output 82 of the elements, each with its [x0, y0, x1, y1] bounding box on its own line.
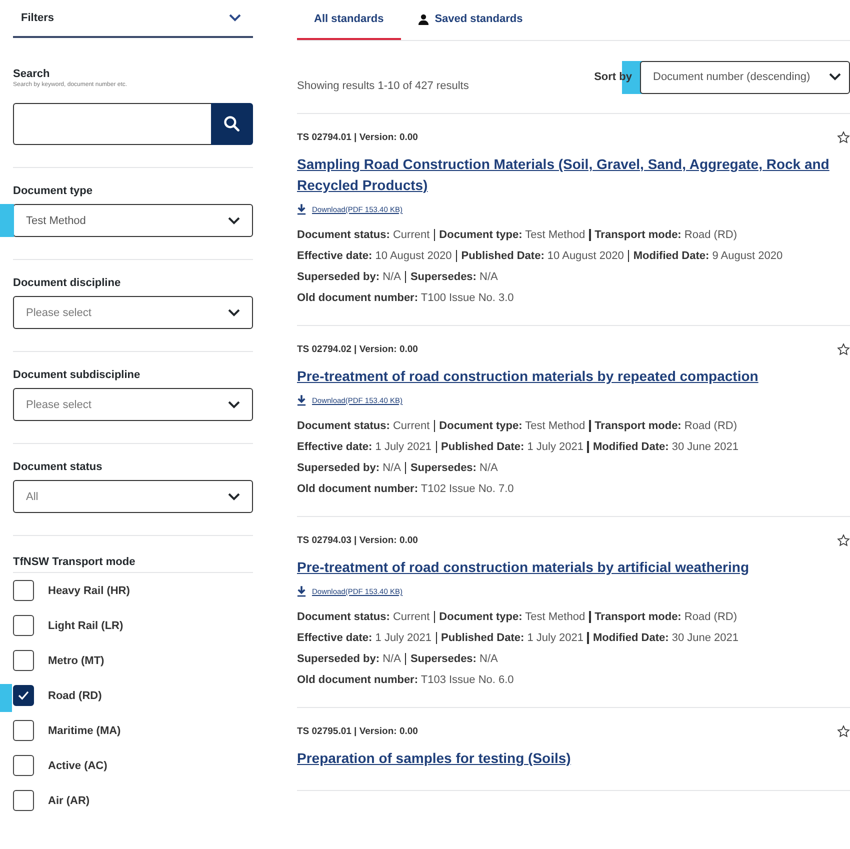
detail-text: Transport mode: Road (RD)	[594, 420, 737, 432]
document-title-link[interactable]: Preparation of samples for testing (Soils)	[297, 748, 850, 769]
detail-text: Published Date: 10 August 2020	[461, 250, 624, 262]
filter-label: Document discipline	[13, 277, 122, 289]
filter-label: Document subdiscipline	[13, 369, 142, 381]
chevron-down-icon	[228, 308, 240, 316]
document-meta: TS 02795.01 | Version: 0.00	[297, 726, 418, 737]
search-button[interactable]	[211, 103, 253, 145]
checkbox-label[interactable]: Light Rail (LR)	[48, 620, 124, 632]
checkbox-label[interactable]: Metro (MT)	[48, 654, 104, 666]
download-icon	[297, 204, 306, 215]
detail-text: Old document number: T102 Issue No. 7.0	[297, 483, 514, 495]
document-meta: TS 02794.03 | Version: 0.00	[297, 535, 418, 546]
detail-text: Document status: Current	[297, 420, 430, 432]
filter-dropdown[interactable]: All	[13, 480, 253, 513]
detail-text: Effective date: 1 July 2021	[297, 632, 432, 644]
checkbox[interactable]	[13, 615, 34, 636]
filter-label: Document status	[13, 461, 104, 473]
search-field[interactable]	[13, 103, 211, 145]
detail-text: Modified Date: 9 August 2020	[633, 250, 783, 262]
chevron-down-icon	[228, 492, 240, 500]
detail-text: Document type: Test Method	[439, 229, 586, 241]
filter-dropdown[interactable]: Please select	[13, 296, 253, 329]
detail-text: Old document number: T100 Issue No. 3.0	[297, 292, 514, 304]
download-icon	[297, 586, 306, 597]
checkmark-icon	[18, 691, 29, 700]
chevron-down-icon	[228, 216, 240, 224]
tab[interactable]: All standards	[297, 0, 401, 40]
checkbox[interactable]	[13, 720, 34, 741]
chevron-down-icon	[829, 73, 841, 81]
checkbox[interactable]	[13, 685, 34, 706]
checkbox[interactable]	[13, 755, 34, 776]
checkbox-label[interactable]: Road (RD)	[48, 690, 102, 702]
checkbox[interactable]	[13, 790, 34, 811]
detail-text: Transport mode: Road (RD)	[594, 611, 737, 623]
detail-text: Modified Date: 30 June 2021	[592, 441, 738, 453]
person-icon	[418, 14, 429, 24]
detail-text: Published Date: 1 July 2021	[441, 441, 584, 453]
detail-text: Superseded by: N/A	[297, 653, 401, 665]
detail-text: Superseded by: N/A	[297, 271, 401, 283]
detail-text: Published Date: 1 July 2021	[441, 632, 584, 644]
chevron-down-icon	[228, 400, 240, 408]
filter-dropdown[interactable]: Please select	[13, 388, 253, 421]
star-icon[interactable]	[837, 343, 850, 356]
checkbox[interactable]	[13, 650, 34, 671]
filters-toggle[interactable]: Filters	[13, 0, 253, 38]
document-title-link[interactable]: Pre-treatment of road construction materials by repeated compaction	[297, 366, 850, 387]
document-title-link[interactable]: Sampling Road Construction Materials (Soil, Gravel, Sand, Aggregate, Rock and Recycled Products)	[297, 154, 850, 196]
detail-text: Modified Date: 30 June 2021	[592, 632, 738, 644]
checkbox[interactable]	[13, 580, 34, 601]
checkbox-label[interactable]: Heavy Rail (HR)	[48, 584, 130, 596]
checkbox-label[interactable]: Maritime (MA)	[48, 724, 121, 736]
search-icon	[223, 115, 241, 133]
detail-text: Supersedes: N/A	[410, 271, 498, 283]
filter-label: Document type	[13, 185, 94, 197]
checkbox-label[interactable]: Active (AC)	[48, 760, 108, 772]
detail-text: Effective date: 1 July 2021	[297, 441, 432, 453]
document-meta: TS 02794.01 | Version: 0.00	[297, 132, 418, 143]
tab[interactable]: Saved standards	[400, 0, 540, 40]
detail-text: Old document number: T103 Issue No. 6.0	[297, 674, 514, 686]
document-title-link[interactable]: Pre-treatment of road construction materials by artificial weathering	[297, 557, 850, 578]
detail-text: Document type: Test Method	[439, 611, 586, 623]
download-icon	[297, 395, 306, 406]
star-icon[interactable]	[837, 725, 850, 738]
sort-dropdown[interactable]: Document number (descending)	[640, 60, 850, 94]
checkbox-label[interactable]: Air (AR)	[48, 794, 90, 806]
detail-text: Supersedes: N/A	[410, 462, 498, 474]
detail-text: Document type: Test Method	[439, 420, 586, 432]
filter-dropdown[interactable]: Test Method	[13, 204, 253, 237]
search-label: Search	[13, 68, 51, 80]
document-meta: TS 02794.02 | Version: 0.00	[297, 344, 418, 355]
chevron-down-icon	[229, 14, 241, 22]
star-icon[interactable]	[837, 131, 850, 144]
filter-label: TfNSW Transport mode	[13, 556, 253, 573]
detail-text: Effective date: 10 August 2020	[297, 250, 452, 262]
detail-text: Supersedes: N/A	[410, 653, 498, 665]
star-icon[interactable]	[837, 534, 850, 547]
detail-text: Transport mode: Road (RD)	[594, 229, 737, 241]
detail-text: Document status: Current	[297, 229, 430, 241]
detail-text: Superseded by: N/A	[297, 462, 401, 474]
results-count: Showing results 1-10 of 427 results	[297, 80, 469, 92]
detail-text: Document status: Current	[297, 611, 430, 623]
